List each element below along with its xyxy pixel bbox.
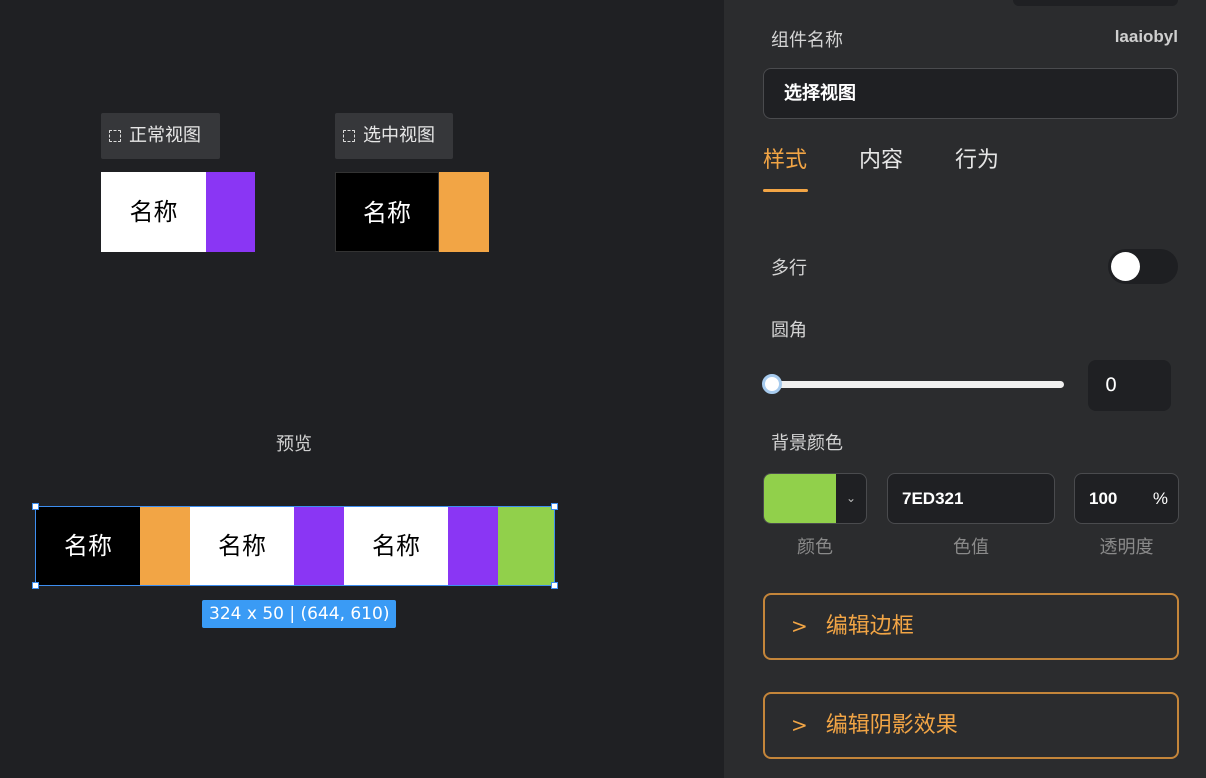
chevron-down-icon[interactable]: ⌄ — [836, 474, 866, 523]
design-canvas[interactable]: 正常视图 名称 选中视图 名称 预览 名称 名称 名称 324 x 50 | (… — [0, 0, 724, 778]
resize-handle-top-left[interactable] — [32, 503, 39, 510]
preview-cell-normal-1[interactable]: 名称 — [190, 507, 294, 585]
fullscreen-icon — [343, 130, 355, 142]
edit-border-label: 编辑边框 — [825, 614, 914, 639]
edit-shadow-button[interactable]: > 编辑阴影效果 — [763, 692, 1179, 759]
opacity-value: 100 — [1089, 489, 1118, 508]
multiline-toggle[interactable] — [1108, 249, 1178, 284]
preview-component[interactable]: 名称 名称 名称 — [35, 506, 555, 586]
selected-view-accent-cell[interactable] — [439, 172, 489, 252]
color-hex-input[interactable]: 7ED321 — [887, 473, 1055, 524]
normal-view-tag[interactable]: 正常视图 — [101, 113, 220, 159]
preview-accent-normal-2 — [448, 507, 498, 585]
radius-slider-track[interactable] — [772, 381, 1064, 388]
selected-view-tag[interactable]: 选中视图 — [335, 113, 453, 159]
bg-color-label: 背景颜色 — [771, 433, 843, 454]
color-swatch[interactable] — [764, 474, 836, 523]
edit-shadow-label: 编辑阴影效果 — [825, 713, 958, 738]
resize-handle-bottom-left[interactable] — [32, 582, 39, 589]
multiline-label: 多行 — [771, 258, 807, 279]
resize-handle-top-right[interactable] — [551, 503, 558, 510]
preview-cell-selected[interactable]: 名称 — [36, 507, 140, 585]
value-sub-label: 色值 — [953, 537, 989, 558]
tab-content[interactable]: 内容 — [859, 142, 903, 174]
selected-view-text-cell[interactable]: 名称 — [335, 172, 439, 252]
resize-handle-bottom-right[interactable] — [551, 582, 558, 589]
size-position-badge: 324 x 50 | (644, 610) — [202, 600, 397, 628]
opacity-sub-label: 透明度 — [1099, 537, 1154, 558]
edit-border-button[interactable]: > 编辑边框 — [763, 593, 1179, 660]
preview-accent-normal-1 — [294, 507, 344, 585]
preview-cell-normal-2[interactable]: 名称 — [344, 507, 448, 585]
normal-view-label: 正常视图 — [129, 125, 201, 146]
normal-view-accent-cell[interactable] — [206, 172, 255, 252]
preview-background-fill — [498, 507, 554, 585]
color-picker[interactable]: ⌄ — [763, 473, 867, 524]
radius-input[interactable]: 0 — [1088, 360, 1171, 411]
preview-label: 预览 — [276, 434, 312, 455]
normal-view-text-cell[interactable]: 名称 — [101, 172, 206, 252]
color-sub-label: 颜色 — [797, 537, 833, 558]
active-tab-indicator — [763, 189, 808, 192]
fullscreen-icon — [109, 130, 121, 142]
top-control-edge[interactable] — [1013, 0, 1178, 6]
chevron-right-icon: > — [791, 713, 808, 737]
opacity-unit: % — [1152, 489, 1168, 508]
tab-style[interactable]: 样式 — [763, 142, 807, 174]
toggle-knob — [1111, 252, 1140, 281]
selected-view-label: 选中视图 — [363, 125, 435, 146]
radius-label: 圆角 — [771, 320, 807, 341]
chevron-right-icon: > — [791, 614, 808, 638]
radius-slider-thumb[interactable] — [762, 374, 782, 394]
preview-accent-selected — [140, 507, 190, 585]
component-name-label: 组件名称 — [771, 30, 843, 51]
component-name-input[interactable]: 选择视图 — [763, 68, 1178, 119]
tab-behavior[interactable]: 行为 — [955, 142, 999, 174]
opacity-input[interactable]: 100 % — [1074, 473, 1179, 524]
component-id: laaiobyl — [1114, 27, 1178, 46]
